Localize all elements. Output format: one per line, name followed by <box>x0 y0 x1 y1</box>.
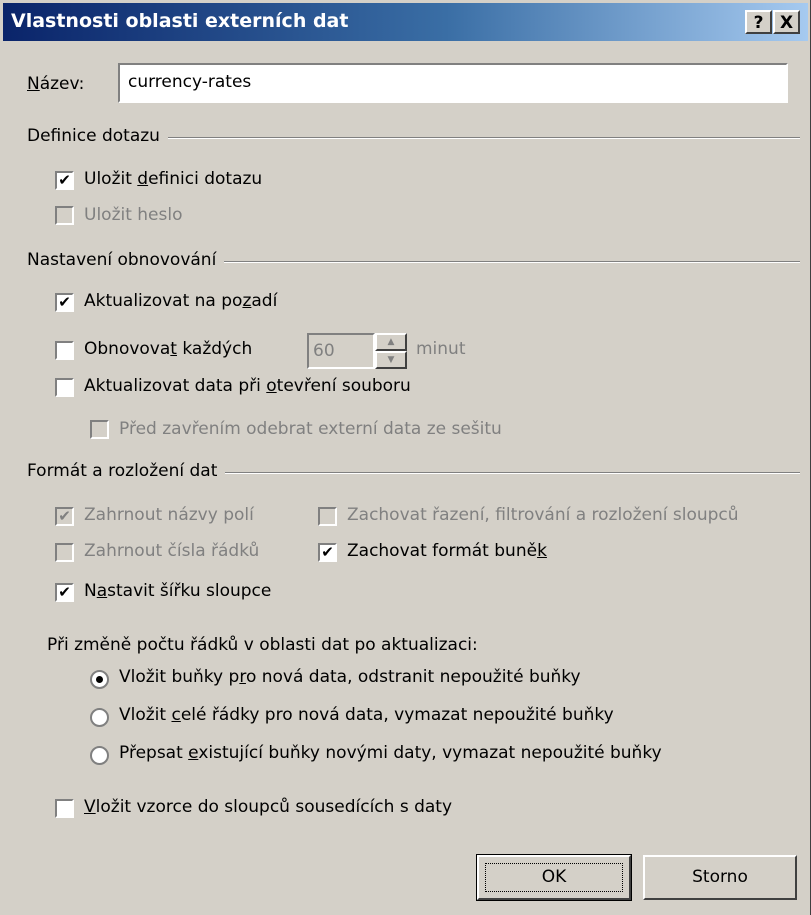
minutes-label: minut <box>416 339 466 359</box>
rows-change-label: Při změně počtu řádků v oblasti dat po a… <box>47 635 478 655</box>
cancel-button[interactable]: Storno <box>643 855 797 900</box>
radio-overwrite-cells[interactable] <box>90 746 109 765</box>
refresh-interval-input[interactable]: 60 <box>307 333 375 369</box>
dialog-title: Vlastnosti oblasti externích dat <box>11 10 349 32</box>
save-password-label: Uložit heslo <box>84 205 183 225</box>
include-field-names-checkbox[interactable]: ✔ <box>55 507 74 526</box>
title-bar[interactable]: Vlastnosti oblasti externích dat ? X <box>3 3 808 41</box>
fill-formulas-checkbox[interactable] <box>55 799 74 818</box>
background-refresh-label: Aktualizovat na pozadí <box>84 291 278 311</box>
adjust-column-width-label: Nastavit šířku sloupce <box>84 581 272 601</box>
radio-insert-rows-label: Vložit celé řádky pro nová data, vymazat… <box>119 705 614 725</box>
include-row-numbers-checkbox[interactable] <box>55 543 74 562</box>
refresh-every-checkbox[interactable] <box>55 341 74 360</box>
remove-before-close-label: Před zavřením odebrat externí data ze se… <box>119 419 502 439</box>
radio-insert-cells-label: Vložit buňky pro nová data, odstranit ne… <box>119 667 581 687</box>
help-button[interactable]: ? <box>745 10 772 34</box>
close-button[interactable]: X <box>773 10 800 34</box>
refresh-every-label: Obnovovat každých <box>84 339 253 359</box>
radio-selected-dot <box>96 676 103 683</box>
group-label: Nastavení obnovování <box>27 250 225 270</box>
remove-before-close-checkbox[interactable] <box>90 420 109 439</box>
spin-down-button[interactable]: ▼ <box>375 351 407 369</box>
save-query-label: Uložit definici dotazu <box>84 169 263 189</box>
include-row-numbers-label: Zahrnout čísla řádků <box>84 541 260 561</box>
preserve-sort-checkbox[interactable] <box>318 507 337 526</box>
external-data-range-properties-dialog: Vlastnosti oblasti externích dat ? X Náz… <box>0 0 811 915</box>
focus-rect <box>485 863 623 892</box>
refresh-on-open-label: Aktualizovat data při otevření souboru <box>84 376 411 396</box>
fill-formulas-label: Vložit vzorce do sloupců sousedících s d… <box>84 797 453 817</box>
group-refresh-settings: Nastavení obnovování <box>27 250 800 272</box>
name-label: Název: <box>27 74 85 94</box>
radio-insert-cells[interactable] <box>90 670 109 689</box>
group-format-layout: Formát a rozložení dat <box>27 461 800 483</box>
preserve-cell-format-checkbox[interactable]: ✔ <box>318 543 337 562</box>
spin-up-button[interactable]: ▲ <box>375 333 407 351</box>
name-input[interactable]: currency-rates <box>118 63 788 103</box>
background-refresh-checkbox[interactable]: ✔ <box>55 293 74 312</box>
preserve-sort-label: Zachovat řazení, filtrování a rozložení … <box>347 505 739 525</box>
ok-button[interactable]: OK <box>476 854 632 901</box>
group-query-definition: Definice dotazu <box>27 126 800 148</box>
include-field-names-label: Zahrnout názvy polí <box>84 505 254 525</box>
radio-insert-rows[interactable] <box>90 708 109 727</box>
save-password-checkbox[interactable] <box>55 206 74 225</box>
group-label: Definice dotazu <box>27 126 168 146</box>
refresh-on-open-checkbox[interactable] <box>55 378 74 397</box>
save-query-checkbox[interactable]: ✔ <box>55 171 74 190</box>
adjust-column-width-checkbox[interactable]: ✔ <box>55 583 74 602</box>
radio-overwrite-cells-label: Přepsat existující buňky novými daty, vy… <box>119 743 662 763</box>
group-label: Formát a rozložení dat <box>27 461 226 481</box>
preserve-cell-format-label: Zachovat formát buněk <box>347 541 547 561</box>
